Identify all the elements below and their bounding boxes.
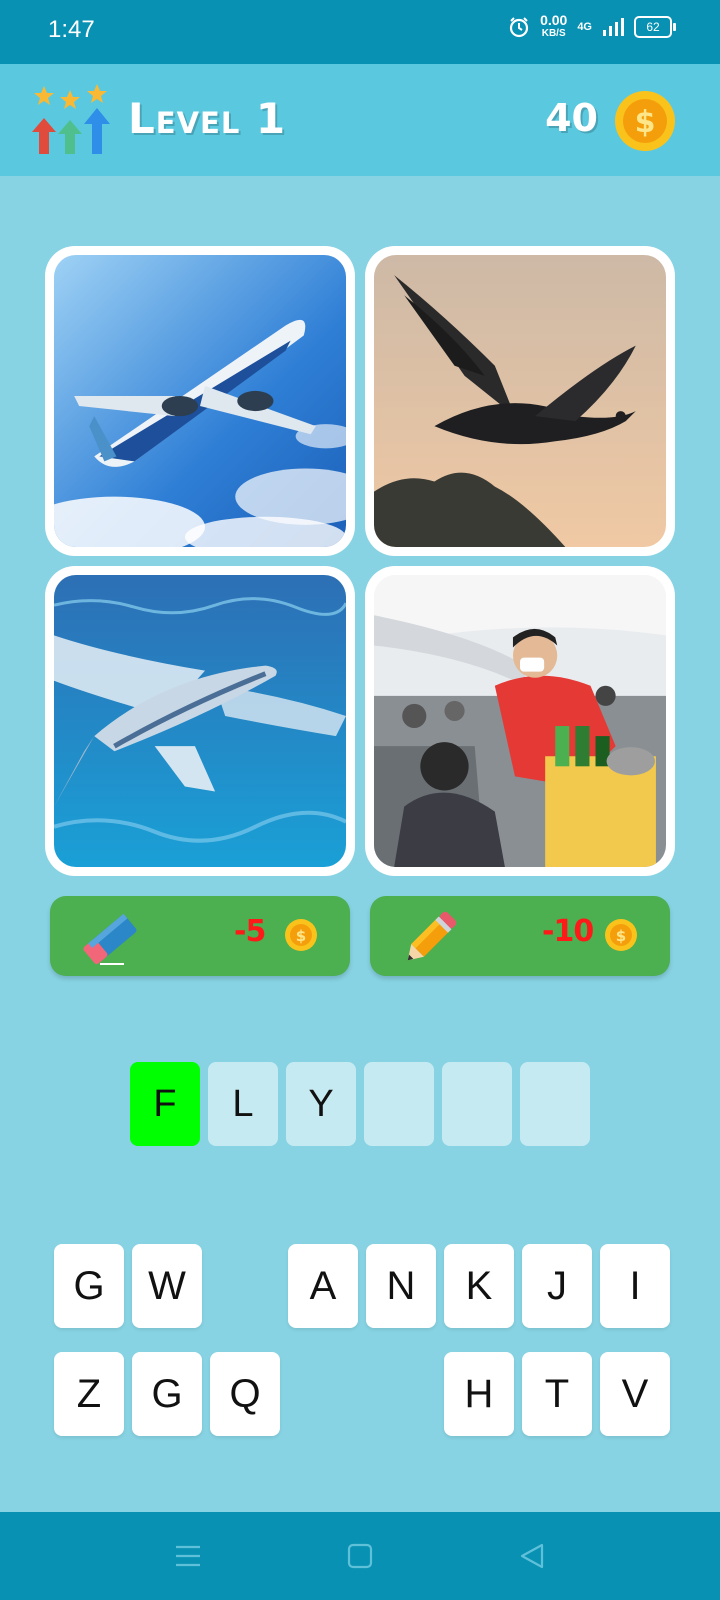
coin-balance: 40	[545, 96, 598, 140]
pencil-icon	[407, 911, 457, 961]
alarm-icon	[509, 17, 529, 38]
eraser-hint-button[interactable]: -5 $	[50, 896, 350, 976]
letter-key[interactable]: N	[366, 1244, 436, 1328]
answer-slot[interactable]: Y	[286, 1062, 356, 1146]
coin-icon: $	[605, 919, 637, 951]
coin-icon: $	[615, 91, 675, 151]
system-nav-bar	[0, 1512, 720, 1600]
picture-tile-airplane[interactable]	[45, 246, 355, 556]
letter-key[interactable]: A	[288, 1244, 358, 1328]
letter-key[interactable]: W	[132, 1244, 202, 1328]
answer-slot[interactable]	[364, 1062, 434, 1146]
letter-key[interactable]: Z	[54, 1352, 124, 1436]
picture-tile-flying-fish[interactable]	[45, 566, 355, 876]
letter-key[interactable]: G	[132, 1352, 202, 1436]
answer-slot[interactable]	[442, 1062, 512, 1146]
letter-key[interactable]: Q	[210, 1352, 280, 1436]
bird-image	[374, 255, 666, 547]
picture-tile-bird[interactable]	[365, 246, 675, 556]
signal-icon	[603, 18, 624, 36]
coin-icon: $	[285, 919, 317, 951]
menu-icon[interactable]	[172, 1540, 204, 1572]
letter-key[interactable]: H	[444, 1352, 514, 1436]
letter-key[interactable]: I	[600, 1244, 670, 1328]
clock: 1:47	[48, 16, 95, 43]
network-speed: 0.00 KB/S	[540, 12, 568, 39]
home-icon[interactable]	[344, 1540, 376, 1572]
level-stars-icon	[32, 84, 110, 154]
back-icon[interactable]	[516, 1540, 548, 1572]
status-icons: 0.00 KB/S 4G 62	[508, 12, 676, 40]
pencil-hint-button[interactable]: -10 $	[370, 896, 670, 976]
flight-attendant-image	[374, 575, 666, 867]
svg-text:$: $	[635, 105, 656, 140]
pencil-cost: -10	[542, 914, 594, 949]
svg-text:$: $	[616, 927, 626, 945]
letter-key[interactable]: G	[54, 1244, 124, 1328]
airplane-image	[54, 255, 346, 547]
eraser-cost: -5	[234, 914, 266, 949]
status-bar: 1:47 0.00 KB/S 4G 62	[0, 0, 720, 64]
letter-key[interactable]: T	[522, 1352, 592, 1436]
level-title: Level 1	[128, 94, 287, 143]
letter-key[interactable]: J	[522, 1244, 592, 1328]
svg-text:$: $	[296, 927, 306, 945]
picture-tile-flight-attendant[interactable]	[365, 566, 675, 876]
game-header: Level 1 40 $	[0, 64, 720, 176]
network-type: 4G	[577, 21, 592, 33]
answer-slot[interactable]	[520, 1062, 590, 1146]
battery-indicator: 62	[634, 16, 676, 38]
flying-fish-image	[54, 575, 346, 867]
answer-slot[interactable]: L	[208, 1062, 278, 1146]
answer-slot[interactable]: F	[130, 1062, 200, 1146]
letter-key[interactable]: V	[600, 1352, 670, 1436]
letter-key[interactable]: K	[444, 1244, 514, 1328]
eraser-icon	[83, 913, 137, 965]
